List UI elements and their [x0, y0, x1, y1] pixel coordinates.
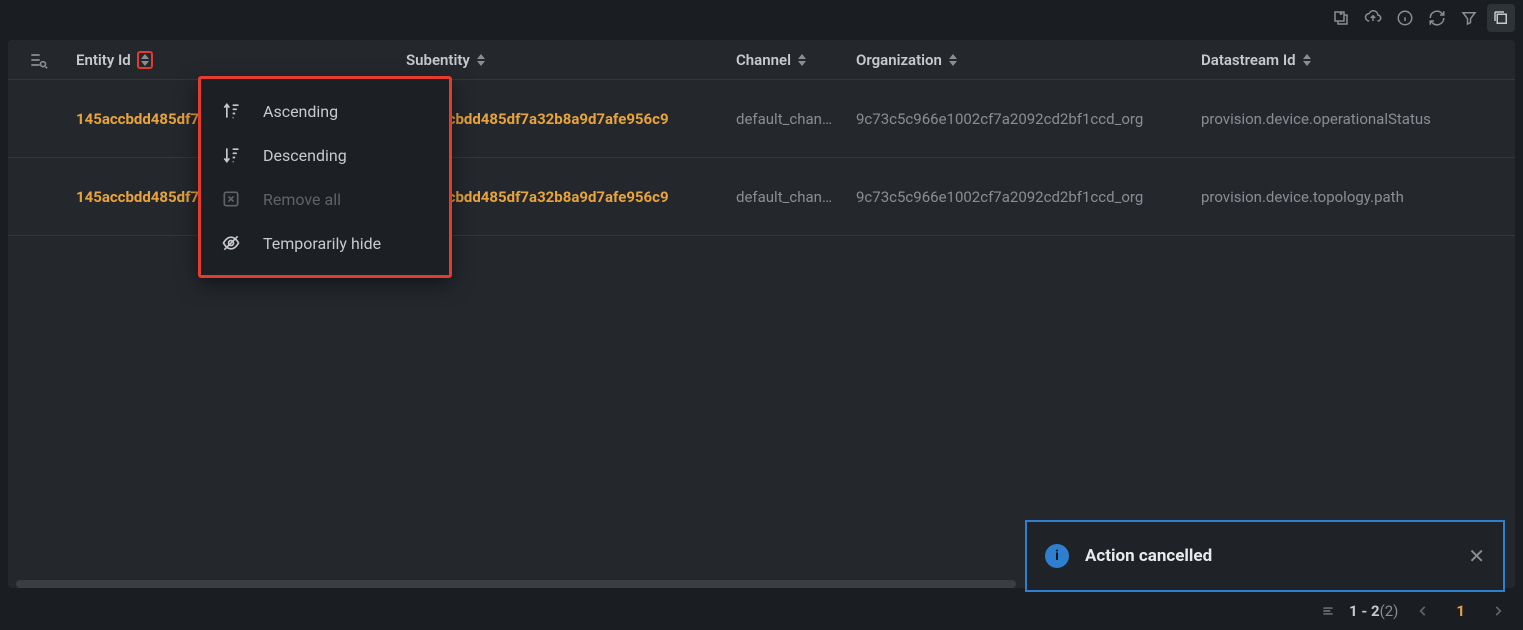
menu-label: Temporarily hide [263, 234, 381, 253]
scrollbar-thumb[interactable] [16, 580, 1016, 588]
toast-notification: i Action cancelled ✕ [1025, 520, 1505, 592]
remove-icon [221, 189, 241, 209]
cell-organization: 9c73c5c966e1002cf7a2092cd2bf1ccd_org [848, 110, 1193, 128]
menu-label: Descending [263, 146, 347, 165]
cell-datastream-id: provision.device.topology.path [1193, 188, 1473, 206]
column-label: Organization [856, 51, 942, 69]
column-label: Channel [736, 51, 791, 69]
cell-organization: 9c73c5c966e1002cf7a2092cd2bf1ccd_org [848, 188, 1193, 206]
menu-label: Ascending [263, 102, 338, 121]
toolbar [0, 0, 1523, 36]
next-page-button[interactable] [1487, 604, 1509, 618]
info-icon[interactable] [1391, 4, 1419, 32]
sort-toggle-icon[interactable] [476, 54, 486, 66]
column-label: Datastream Id [1201, 51, 1296, 69]
cell-channel: default_channel [728, 188, 848, 206]
column-sort-menu: Ascending Descending Remove all Temporar… [198, 76, 452, 278]
table-header: Entity Id Subentity Channel Organization [8, 40, 1515, 80]
column-header-datastream-id[interactable]: Datastream Id [1193, 51, 1473, 69]
sort-ascending-icon [221, 101, 241, 121]
close-icon[interactable]: ✕ [1468, 544, 1485, 568]
list-icon[interactable] [1321, 604, 1335, 618]
range-text: 1 - 2 [1349, 602, 1380, 620]
sort-toggle-icon[interactable] [797, 54, 807, 66]
sort-toggle-icon[interactable] [948, 54, 958, 66]
menu-label: Remove all [263, 190, 341, 209]
prev-page-button[interactable] [1412, 604, 1434, 618]
current-page[interactable]: 1 [1448, 602, 1473, 620]
search-column-header[interactable] [8, 50, 68, 70]
column-label: Entity Id [76, 51, 131, 69]
column-header-channel[interactable]: Channel [728, 51, 848, 69]
menu-item-ascending[interactable]: Ascending [201, 89, 449, 133]
export-icon[interactable] [1327, 4, 1355, 32]
column-header-entity-id[interactable]: Entity Id [68, 51, 398, 69]
upload-icon[interactable] [1359, 4, 1387, 32]
sort-toggle-icon[interactable] [1302, 54, 1312, 66]
cell-channel: default_channel [728, 110, 848, 128]
data-table: Entity Id Subentity Channel Organization [8, 40, 1515, 588]
layout-icon[interactable] [1487, 4, 1515, 32]
refresh-icon[interactable] [1423, 4, 1451, 32]
toast-message: Action cancelled [1085, 546, 1452, 566]
hide-icon [221, 233, 241, 253]
pagination-bar: 1 - 2(2) 1 [1321, 594, 1509, 628]
filter-icon[interactable] [1455, 4, 1483, 32]
sort-toggle-icon[interactable] [137, 51, 153, 69]
total-text: (2) [1380, 602, 1399, 620]
sort-descending-icon [221, 145, 241, 165]
column-label: Subentity [406, 51, 470, 69]
info-icon: i [1045, 544, 1069, 568]
menu-item-temporarily-hide[interactable]: Temporarily hide [201, 221, 449, 265]
range-display: 1 - 2(2) [1349, 602, 1398, 620]
column-header-organization[interactable]: Organization [848, 51, 1193, 69]
cell-datastream-id: provision.device.operationalStatus [1193, 110, 1473, 128]
menu-item-descending[interactable]: Descending [201, 133, 449, 177]
menu-item-remove-all: Remove all [201, 177, 449, 221]
column-header-subentity[interactable]: Subentity [398, 51, 728, 69]
